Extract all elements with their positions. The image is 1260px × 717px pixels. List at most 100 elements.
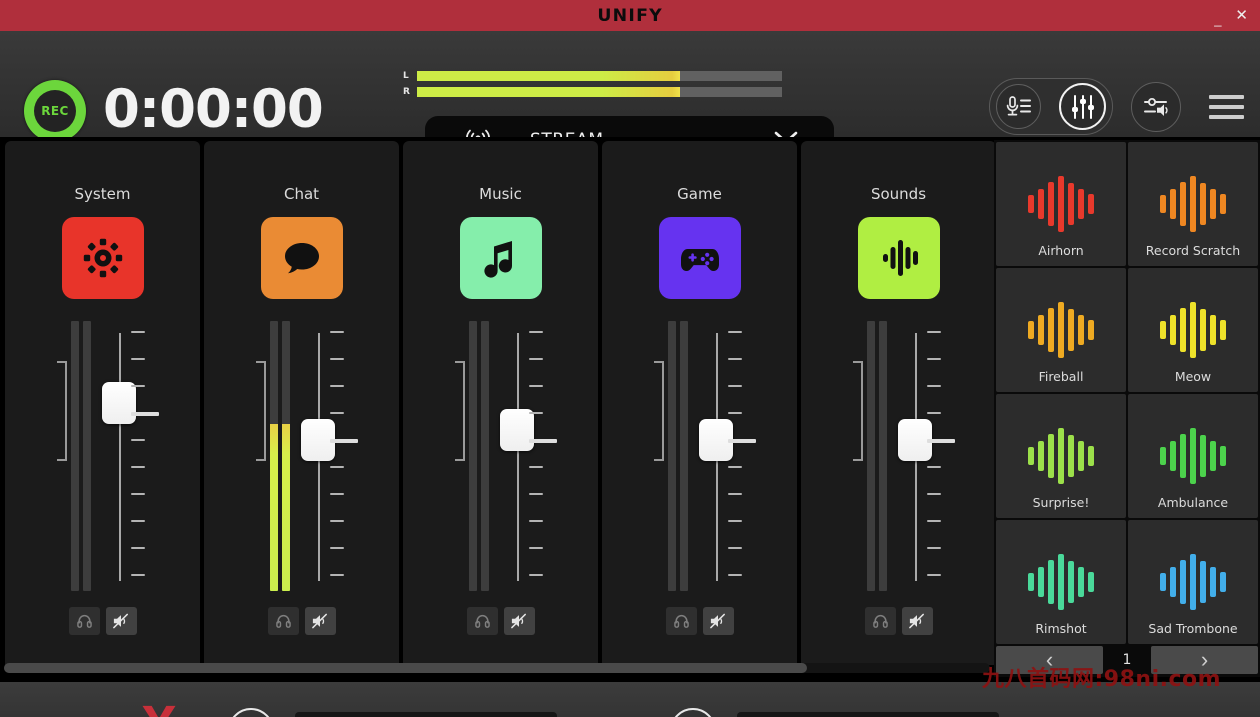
fader-tick [131, 385, 145, 387]
mic-and-mixer-group [989, 78, 1113, 135]
waveform-bar [1160, 195, 1166, 213]
waveform-bar [1088, 320, 1094, 340]
mixer-sliders-icon [1068, 92, 1098, 122]
waveform-bar [1180, 434, 1186, 478]
sound-pad[interactable]: Meow [1128, 268, 1258, 392]
channel-buttons [69, 607, 137, 635]
fader-tick [728, 439, 756, 443]
next-page-button[interactable]: › [1151, 646, 1258, 674]
fader-tick [529, 547, 543, 549]
vu-meter-left-label: L [403, 71, 417, 81]
channel-fader-track[interactable] [915, 333, 917, 581]
sound-pad[interactable]: Airhorn [996, 142, 1126, 266]
channel-icon-button[interactable] [62, 217, 144, 299]
channel-name: System [5, 185, 200, 203]
gear-icon [80, 235, 126, 281]
mute-button[interactable] [106, 607, 137, 635]
hamburger-menu-button[interactable] [1209, 95, 1244, 119]
close-button[interactable]: ✕ [1229, 4, 1254, 27]
fader-zone [602, 321, 797, 611]
fader-tick [927, 466, 941, 468]
footer-knob-left[interactable] [228, 708, 274, 717]
mute-speaker-icon [709, 613, 727, 629]
fader-tick [131, 547, 145, 549]
recording-timer: 0:00:00 [103, 79, 323, 141]
vu-meter-left: L [403, 71, 782, 81]
fader-tick [131, 574, 145, 576]
channel-buttons [467, 607, 535, 635]
channel-fader-track[interactable] [517, 333, 519, 581]
waveform-bar [1170, 441, 1176, 471]
sound-pad[interactable]: Sad Trombone [1128, 520, 1258, 644]
fader-tick [529, 520, 543, 522]
channel-fader-track[interactable] [318, 333, 320, 581]
mute-button[interactable] [504, 607, 535, 635]
channel-icon-button[interactable] [858, 217, 940, 299]
footer-bar [0, 682, 1260, 717]
footer-field-right[interactable] [737, 712, 999, 717]
waveform-bar [1220, 194, 1226, 214]
waveform-bar [1028, 573, 1034, 591]
mute-button[interactable] [902, 607, 933, 635]
soundboard-panel: Airhorn Record Scratch Fireball Meow Sur… [994, 140, 1260, 677]
vu-range-bracket [455, 361, 465, 461]
sound-pad[interactable]: Surprise! [996, 394, 1126, 518]
fader-scale [330, 331, 360, 583]
mute-button[interactable] [703, 607, 734, 635]
waveform-bar [1190, 554, 1196, 610]
monitor-button[interactable] [268, 607, 299, 635]
prev-page-button[interactable]: ‹ [996, 646, 1103, 674]
footer-field-left[interactable] [295, 712, 557, 717]
channel-icon-button[interactable] [261, 217, 343, 299]
scrollbar-thumb[interactable] [4, 663, 807, 673]
hamburger-bar [1209, 115, 1244, 119]
channel-fader-track[interactable] [119, 333, 121, 581]
headphone-icon [872, 613, 889, 629]
fader-tick [131, 358, 145, 360]
sound-pad[interactable]: Ambulance [1128, 394, 1258, 518]
waveform-bar [1028, 321, 1034, 339]
waveform-bar [1200, 561, 1206, 603]
fader-tick [728, 385, 742, 387]
sound-pad[interactable]: Record Scratch [1128, 142, 1258, 266]
waveform-bar [1190, 302, 1196, 358]
monitor-button[interactable] [467, 607, 498, 635]
vu-range-bracket [654, 361, 664, 461]
channel-strip-chat: Chat [204, 141, 399, 665]
mic-list-button[interactable] [996, 84, 1041, 129]
monitor-button[interactable] [69, 607, 100, 635]
headphone-icon [76, 613, 93, 629]
app-logo-icon [140, 704, 178, 717]
music-note-icon [478, 235, 524, 281]
fader-tick [330, 520, 344, 522]
channel-strip-music: Music [403, 141, 598, 665]
waveform-bar [1068, 309, 1074, 351]
soundboard-pager: ‹ 1 › [994, 644, 1260, 676]
channel-strip-system: System [5, 141, 200, 665]
footer-knob-right[interactable] [670, 708, 716, 717]
channel-strip-list: System [5, 141, 996, 665]
channel-icon-button[interactable] [460, 217, 542, 299]
waveform-icon [876, 235, 922, 281]
volume-sliders-button[interactable] [1131, 82, 1181, 132]
minimize-button[interactable]: _ [1208, 9, 1227, 30]
mixer-sliders-button[interactable] [1059, 83, 1106, 130]
gamepad-icon [677, 235, 723, 281]
waveform-bar [1028, 195, 1034, 213]
mute-button[interactable] [305, 607, 336, 635]
mixer-horizontal-scrollbar[interactable] [4, 663, 990, 673]
waveform-bar [1058, 554, 1064, 610]
record-button[interactable]: REC [24, 80, 86, 142]
sound-pad[interactable]: Fireball [996, 268, 1126, 392]
waveform-bar [1180, 308, 1186, 352]
waveform-bar [1210, 567, 1216, 597]
channel-icon-button[interactable] [659, 217, 741, 299]
monitor-button[interactable] [666, 607, 697, 635]
waveform-bar [1088, 572, 1094, 592]
waveform-bar [1078, 315, 1084, 345]
fader-tick [728, 466, 742, 468]
channel-fader-track[interactable] [716, 333, 718, 581]
header-bar: REC 0:00:00 L R [0, 31, 1260, 137]
monitor-button[interactable] [865, 607, 896, 635]
sound-pad[interactable]: Rimshot [996, 520, 1126, 644]
